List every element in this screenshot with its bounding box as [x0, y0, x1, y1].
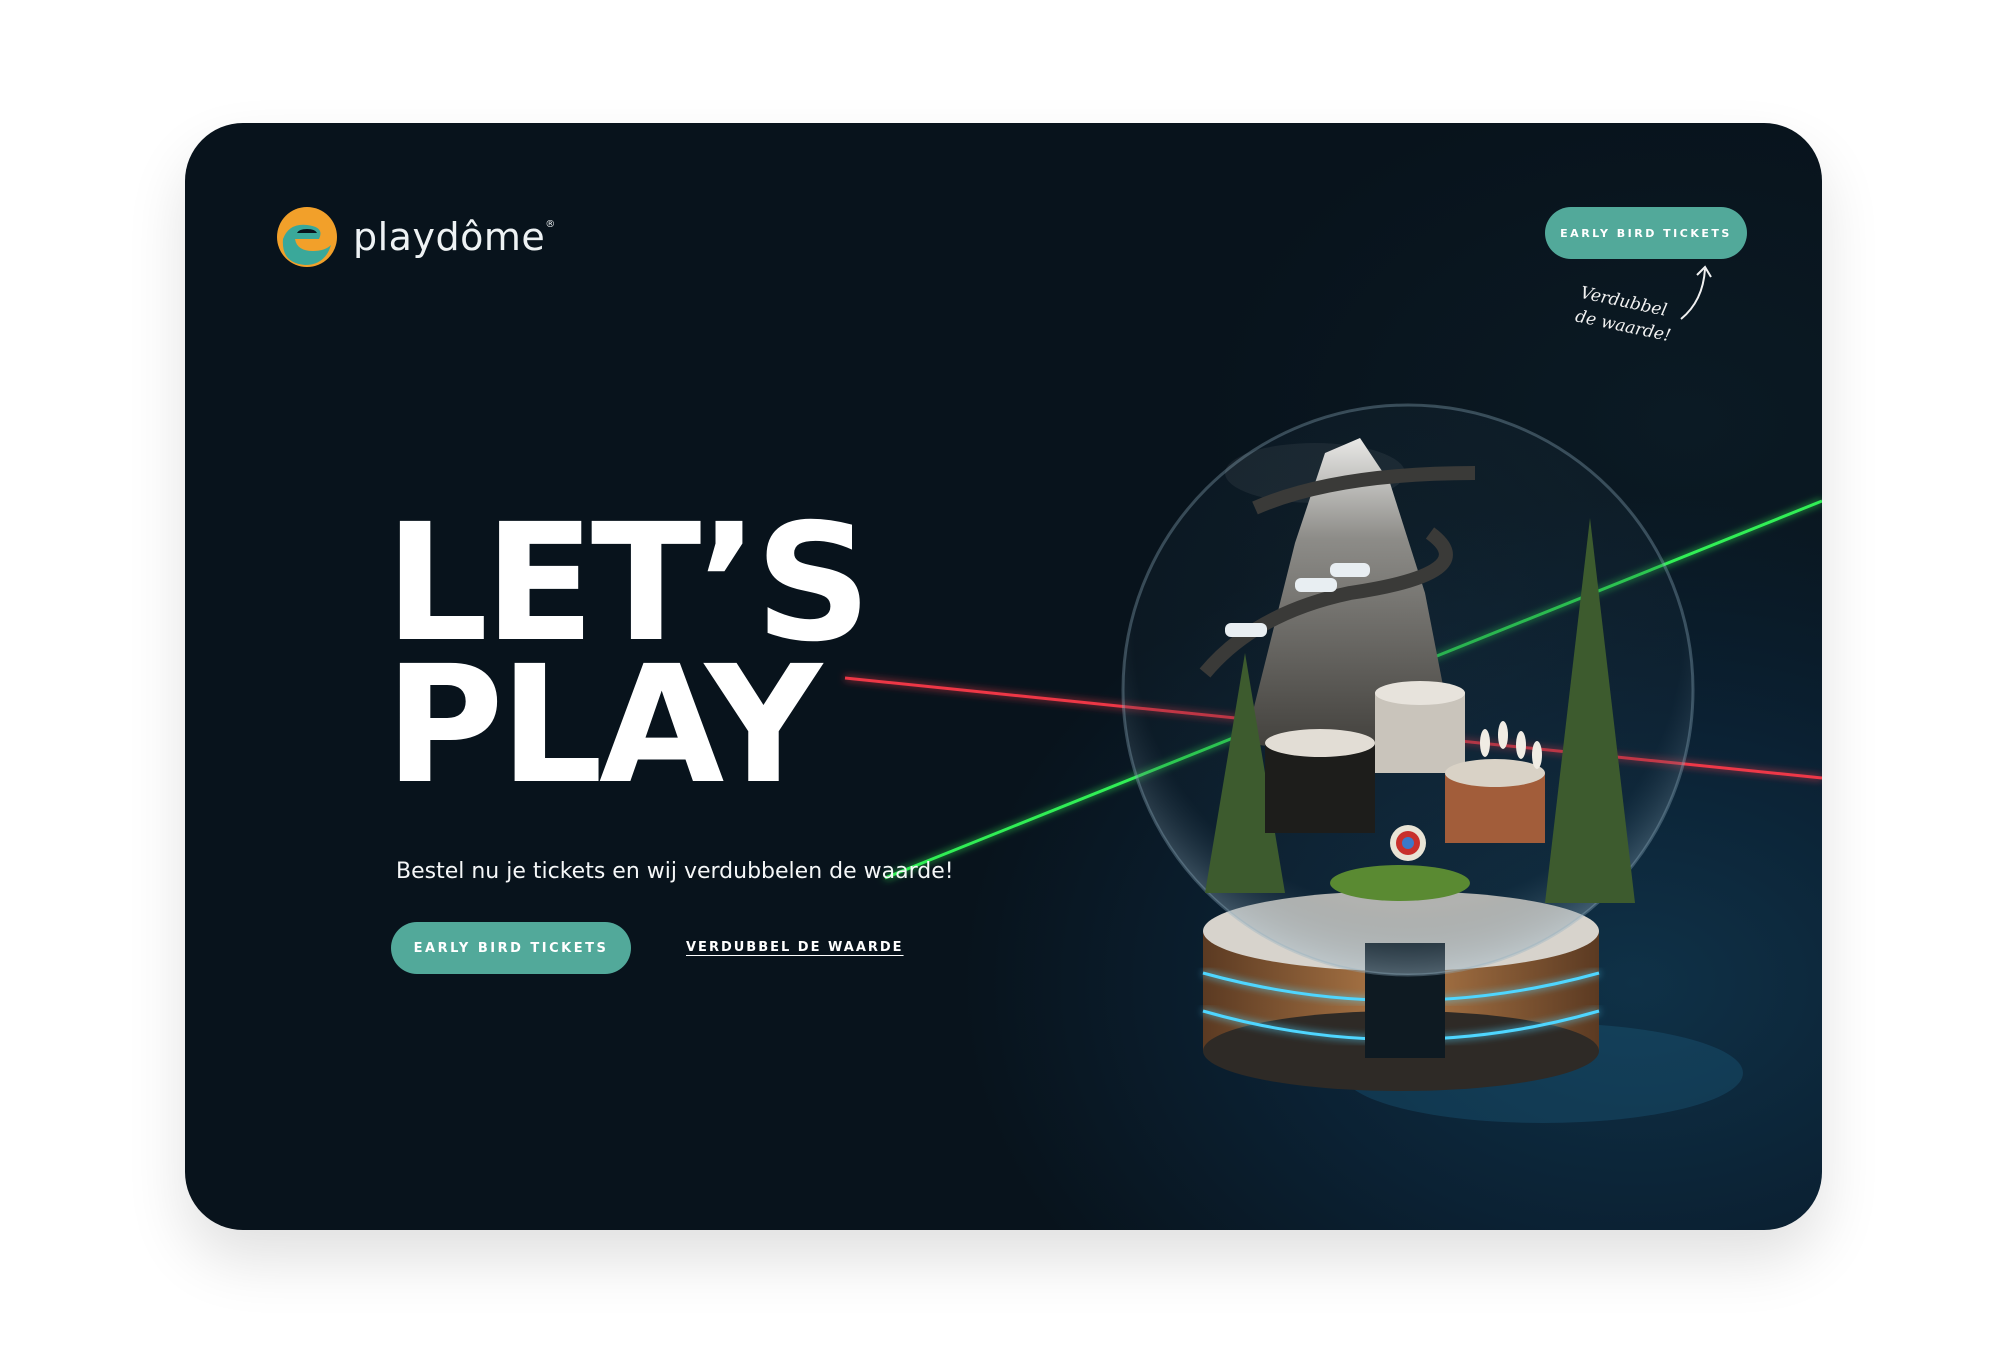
- double-value-link[interactable]: VERDUBBEL DE WAARDE: [686, 940, 904, 955]
- double-value-note: Verdubbel de waarde!: [1573, 282, 1673, 347]
- early-bird-tickets-button[interactable]: EARLY BIRD TICKETS: [391, 922, 631, 974]
- hero-card: playdôme® EARLY BIRD TICKETS Verdubbel d…: [185, 123, 1822, 1230]
- hero-subtitle: Bestel nu je tickets en wij verdubbelen …: [396, 859, 954, 884]
- brand-logo[interactable]: playdôme®: [275, 205, 556, 269]
- early-bird-tickets-button-header[interactable]: EARLY BIRD TICKETS: [1545, 207, 1747, 259]
- arrow-up-icon: [1680, 265, 1712, 320]
- globe-base: [1202, 891, 1743, 1123]
- globe-glass: [1121, 403, 1695, 977]
- laser-beams: [844, 499, 1822, 880]
- brand-name: playdôme®: [353, 215, 556, 259]
- hero-headline: LET’S PLAY: [385, 490, 872, 820]
- playdome-logo-icon: [277, 207, 337, 267]
